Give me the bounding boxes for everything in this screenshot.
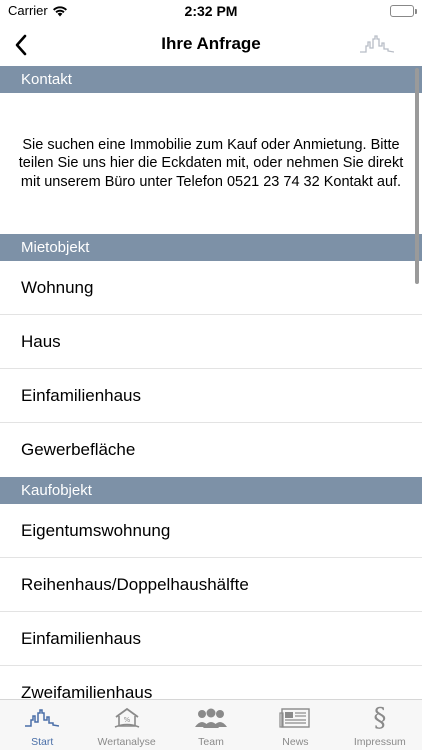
list-item-wohnung[interactable]: Wohnung [0,261,422,315]
list-item-reihenhaus[interactable]: Reihenhaus/Doppelhaushälfte [0,558,422,612]
tab-team[interactable]: Team [169,700,253,750]
tab-label: Wertanalyse [97,736,156,748]
tab-wertanalyse[interactable]: % Wertanalyse [84,700,168,750]
skyline-logo-icon [360,34,395,59]
tab-bar: Start % Wertanalyse Team News § Impressu… [0,699,422,750]
page-title: Ihre Anfrage [161,34,261,53]
tab-start[interactable]: Start [0,700,84,750]
tab-label: Start [31,736,54,748]
tab-label: News [282,736,309,748]
team-icon [191,705,231,731]
tab-label: Impressum [353,736,406,748]
list-item-gewerbeflaeche[interactable]: Gewerbefläche [0,423,422,477]
list-item-eigentumswohnung[interactable]: Eigentumswohnung [0,504,422,558]
skyline-icon [22,705,62,731]
tab-impressum[interactable]: § Impressum [338,700,422,750]
status-time: 2:32 PM [184,3,238,19]
battery-icon [390,5,417,17]
request-form-list[interactable]: Kontakt Sie suchen eine Immobilie zum Ka… [0,66,422,699]
tab-news[interactable]: News [253,700,337,750]
tab-label: Team [198,736,224,748]
list-item-einfamilienhaus-kauf[interactable]: Einfamilienhaus [0,612,422,666]
status-bar: Carrier 2:32 PM [0,0,422,24]
house-percent-icon: % [107,705,147,731]
list-item-zweifamilienhaus[interactable]: Zweifamilienhaus [0,666,422,699]
list-item-einfamilienhaus-miete[interactable]: Einfamilienhaus [0,369,422,423]
newspaper-icon [275,705,315,731]
svg-text:%: % [123,716,130,724]
section-header-mietobjekt: Mietobjekt [0,234,422,261]
contact-intro-text: Sie suchen eine Immobilie zum Kauf oder … [18,136,404,190]
scroll-indicator[interactable] [415,68,419,284]
list-item-haus[interactable]: Haus [0,315,422,369]
navigation-bar: Ihre Anfrage [0,24,422,66]
section-header-kontakt: Kontakt [0,66,422,93]
paragraph-icon: § [373,703,387,733]
section-header-kaufobjekt: Kaufobjekt [0,477,422,504]
